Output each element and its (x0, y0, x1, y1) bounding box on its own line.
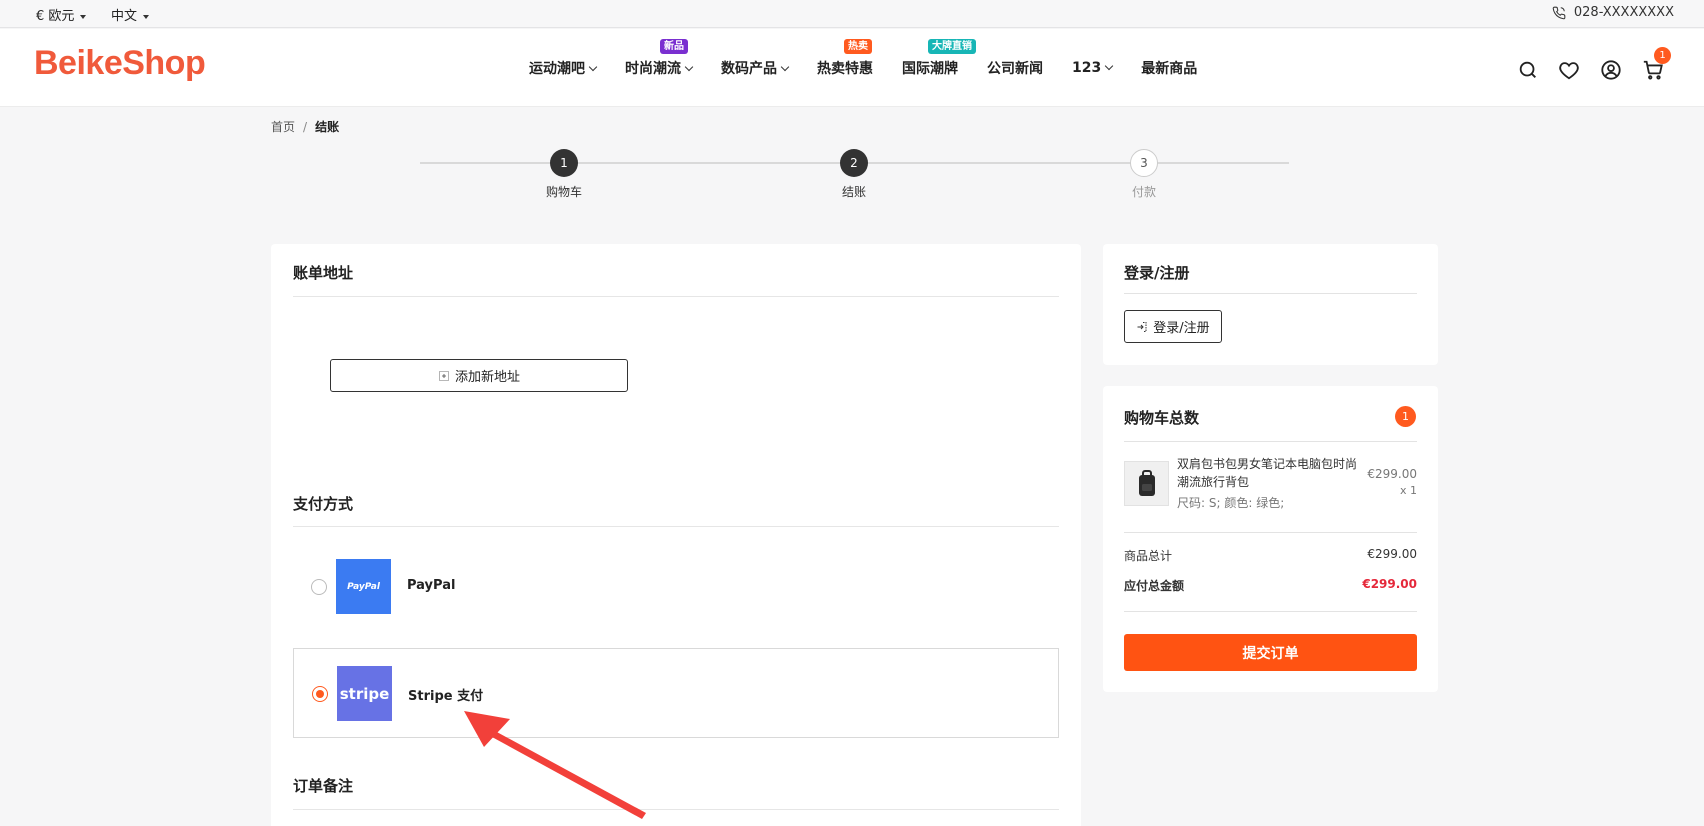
paypal-logo-text: PayPal (347, 581, 380, 592)
step-number: 1 (550, 149, 578, 177)
site-header: BeikeShop 运动潮吧 新品时尚潮流 数码产品 热卖热卖特惠 大牌直销国际… (0, 29, 1704, 107)
total-value: €299.00 (1362, 577, 1417, 591)
cart-count-badge: 1 (1654, 47, 1671, 64)
chevron-down-icon (684, 62, 694, 72)
caret-down-icon (143, 14, 150, 19)
cart-totals-title: 购物车总数 (1124, 409, 1200, 427)
billing-address-title: 账单地址 (293, 264, 354, 282)
product-thumbnail[interactable] (1124, 461, 1169, 506)
divider (1124, 293, 1417, 294)
step-number: 3 (1130, 149, 1158, 177)
breadcrumb-home[interactable]: 首页 (271, 120, 295, 134)
nav-badge-new: 新品 (660, 39, 688, 54)
product-quantity: x 1 (1399, 484, 1417, 497)
step-label: 购物车 (545, 185, 582, 199)
main-nav: 运动潮吧 新品时尚潮流 数码产品 热卖热卖特惠 大牌直销国际潮牌 公司新闻 12… (529, 39, 1226, 78)
step-label: 付款 (1131, 185, 1156, 199)
login-icon (1137, 321, 1147, 332)
heart-icon[interactable] (1558, 59, 1580, 81)
breadcrumb-current: 结账 (315, 120, 340, 134)
divider (293, 296, 1059, 297)
login-button-label: 登录/注册 (1153, 321, 1210, 336)
login-card: 登录/注册 登录/注册 (1103, 244, 1438, 365)
paypal-name: PayPal (407, 578, 456, 593)
currency-selector[interactable]: € 欧元 (36, 5, 87, 24)
phone-contact: 028-XXXXXXXX (1552, 5, 1674, 20)
cart-totals-card: 购物车总数 1 双肩包书包男女笔记本电脑包时尚潮流旅行背包 尺码: S; 颜色:… (1103, 386, 1438, 692)
step-cart: 1 购物车 (524, 149, 604, 200)
paypal-radio[interactable] (311, 579, 327, 595)
step-label: 结账 (841, 185, 866, 199)
payment-method-title: 支付方式 (293, 495, 354, 513)
nav-item-fashion[interactable]: 新品时尚潮流 (625, 39, 694, 78)
nav-item-hot-sale[interactable]: 热卖热卖特惠 (817, 39, 873, 78)
total-label: 应付总金额 (1124, 579, 1185, 593)
currency-label: € 欧元 (36, 9, 75, 24)
phone-icon (1552, 6, 1566, 19)
divider (1124, 441, 1417, 442)
divider (1124, 532, 1417, 533)
add-square-icon (439, 370, 449, 381)
phone-number: 028-XXXXXXXX (1573, 5, 1674, 20)
product-name[interactable]: 双肩包书包男女笔记本电脑包时尚潮流旅行背包 (1177, 455, 1362, 491)
nav-item-news[interactable]: 公司新闻 (987, 58, 1043, 78)
language-selector[interactable]: 中文 (111, 5, 150, 24)
nav-item-123[interactable]: 123 (1072, 60, 1114, 76)
nav-label: 数码产品 (721, 61, 777, 77)
top-bar: € 欧元 中文 028-XXXXXXXX (0, 0, 1704, 28)
user-icon[interactable] (1600, 59, 1622, 81)
cart-button[interactable]: 1 (1642, 47, 1671, 81)
nav-badge-brand: 大牌直销 (928, 39, 976, 54)
login-card-title: 登录/注册 (1124, 264, 1190, 282)
subtotal-value: €299.00 (1367, 547, 1417, 561)
stripe-logo: stripe (337, 666, 392, 721)
search-icon[interactable] (1517, 59, 1539, 81)
breadcrumb-separator: / (303, 120, 308, 134)
divider (293, 809, 1059, 810)
product-options: 尺码: S; 颜色: 绿色; (1177, 496, 1285, 510)
payment-option-stripe[interactable]: stripe Stripe 支付 (293, 648, 1059, 738)
nav-item-latest[interactable]: 最新商品 (1141, 58, 1197, 78)
stripe-radio[interactable] (312, 686, 328, 702)
nav-label: 123 (1072, 60, 1102, 76)
backpack-image (1138, 469, 1155, 496)
nav-label: 时尚潮流 (625, 61, 681, 77)
chevron-down-icon (1104, 61, 1114, 71)
add-address-label: 添加新地址 (454, 370, 520, 385)
paypal-logo: PayPal (336, 559, 391, 614)
divider (293, 526, 1059, 527)
nav-label: 最新商品 (1141, 61, 1198, 77)
stripe-name: Stripe 支付 (408, 689, 484, 704)
nav-label: 国际潮牌 (902, 61, 958, 77)
checkout-steps: 1 购物车 2 结账 3 付款 (420, 149, 1289, 209)
caret-down-icon (80, 14, 87, 19)
chevron-down-icon (780, 62, 790, 72)
divider (1124, 611, 1417, 612)
step-checkout: 2 结账 (814, 149, 894, 200)
chevron-down-icon (588, 62, 598, 72)
annotation-arrow-icon (464, 711, 646, 819)
breadcrumb: 首页 / 结账 (271, 118, 339, 135)
nav-label: 运动潮吧 (529, 61, 585, 77)
nav-label: 公司新闻 (987, 61, 1043, 77)
login-register-button[interactable]: 登录/注册 (1124, 310, 1222, 343)
step-payment: 3 付款 (1104, 149, 1184, 200)
site-logo[interactable]: BeikeShop (34, 44, 206, 83)
submit-order-button[interactable]: 提交订单 (1124, 634, 1417, 671)
order-note-title: 订单备注 (293, 777, 354, 795)
step-number: 2 (840, 149, 868, 177)
nav-badge-hot: 热卖 (844, 39, 872, 54)
nav-item-digital[interactable]: 数码产品 (721, 58, 790, 78)
checkout-main-card: 账单地址 添加新地址 支付方式 PayPal PayPal stripe Str… (271, 244, 1081, 826)
add-address-button[interactable]: 添加新地址 (330, 359, 628, 392)
cart-items-count: 1 (1395, 406, 1416, 427)
nav-label: 热卖特惠 (817, 61, 873, 77)
nav-item-intl-brands[interactable]: 大牌直销国际潮牌 (902, 39, 976, 78)
subtotal-label: 商品总计 (1124, 549, 1173, 563)
payment-option-paypal[interactable]: PayPal PayPal (293, 542, 1059, 632)
stripe-logo-text: stripe (339, 684, 390, 703)
language-label: 中文 (111, 9, 138, 24)
product-price: €299.00 (1367, 467, 1417, 481)
nav-item-sports[interactable]: 运动潮吧 (529, 58, 598, 78)
